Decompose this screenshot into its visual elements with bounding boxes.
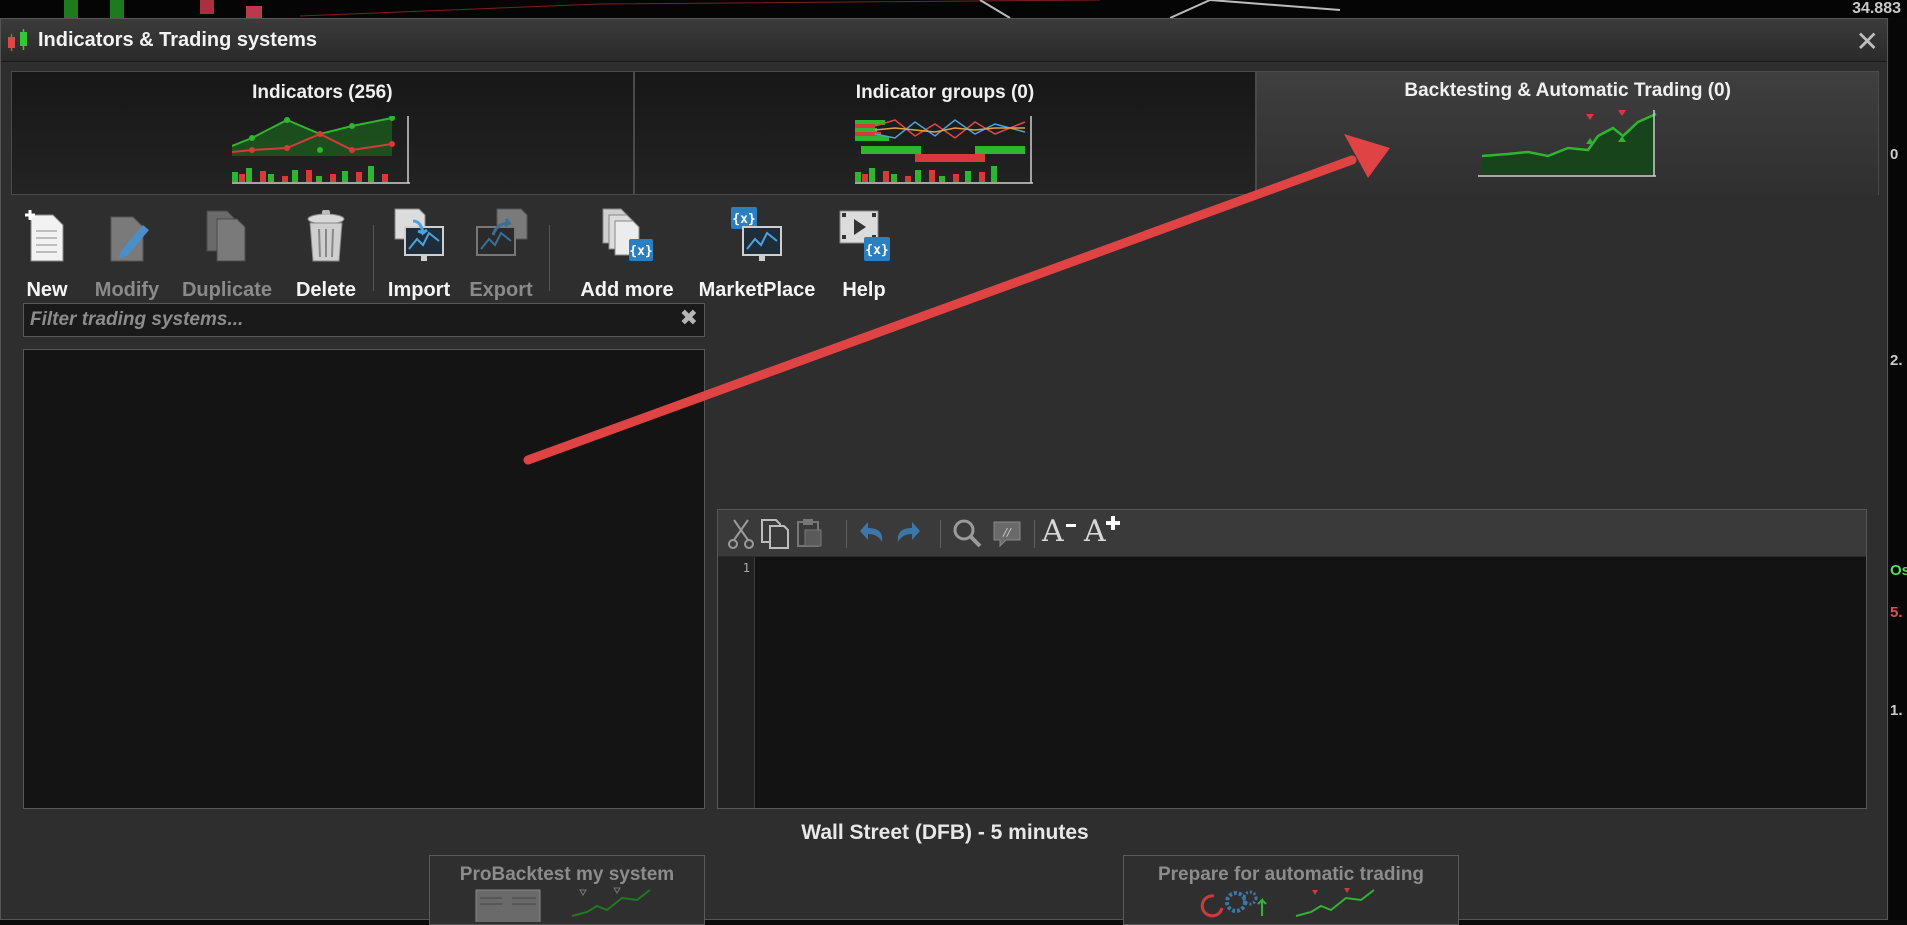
tab-indicators[interactable]: Indicators (256)	[11, 71, 634, 195]
axis-label: 2.	[1890, 352, 1903, 369]
new-document-icon	[25, 210, 64, 262]
export-icon	[476, 208, 528, 256]
copy-icon[interactable]	[758, 516, 792, 550]
redo-icon[interactable]	[890, 516, 924, 550]
undo-icon[interactable]	[856, 516, 890, 550]
modify-pencil-icon	[110, 216, 149, 262]
tab-backtesting[interactable]: Backtesting & Automatic Trading (0)	[1256, 71, 1880, 195]
line-number-gutter: 1	[718, 557, 755, 808]
increase-font-button[interactable]: A	[1082, 514, 1122, 552]
toolbar-separator	[373, 225, 374, 291]
font-increase-letter: A	[1084, 514, 1106, 549]
duplicate-label: Duplicate	[181, 279, 273, 301]
backtesting-chart-icon	[1477, 110, 1657, 177]
tab-label: Backtesting & Automatic Trading (0)	[1404, 80, 1731, 101]
svg-text:{x}: {x}	[865, 243, 888, 258]
new-label: New	[26, 279, 68, 301]
prepare-automatic-trading-label: Prepare for automatic trading	[1157, 864, 1425, 885]
filter-trading-systems-input[interactable]	[24, 304, 676, 336]
cut-icon[interactable]	[724, 516, 758, 550]
axis-label: 5.	[1890, 604, 1903, 621]
search-icon[interactable]	[950, 516, 984, 550]
indicators-trading-window: Indicators & Trading systems ✕ Indicator…	[0, 18, 1888, 925]
probacktest-label: ProBacktest my system	[459, 864, 675, 885]
axis-label: 0	[1890, 146, 1899, 163]
minus-icon	[1066, 524, 1076, 527]
axis-label: Os	[1890, 562, 1907, 579]
paste-icon[interactable]	[792, 516, 826, 550]
window-titlebar[interactable]: Indicators & Trading systems ✕	[1, 19, 1887, 62]
background-right-axis: 0 2. Os 5. 1.	[1890, 18, 1907, 920]
import-label: Import	[387, 279, 451, 301]
background-price-label: 34.883	[1852, 0, 1901, 17]
close-window-button[interactable]: ✕	[1856, 25, 1879, 58]
axis-label: 1.	[1890, 702, 1903, 719]
prepare-automatic-trading-button[interactable]: Prepare for automatic trading	[1123, 855, 1459, 925]
modify-label: Modify	[94, 279, 160, 301]
help-label: Help	[842, 279, 886, 301]
trading-systems-list[interactable]	[23, 349, 705, 809]
app-candlestick-icon	[8, 29, 27, 51]
duplicate-documents-icon	[206, 210, 246, 262]
indicators-chart-icon	[232, 116, 411, 184]
help-video-icon: {x}	[839, 210, 890, 261]
indicator-groups-chart-icon	[855, 116, 1033, 184]
trash-icon	[307, 210, 345, 262]
instrument-label: Wall Street (DFB) - 5 minutes	[801, 821, 1089, 844]
tab-indicator-groups[interactable]: Indicator groups (0)	[633, 71, 1257, 195]
import-icon	[394, 208, 444, 261]
main-tabs: Indicators (256) Indicator groups (0) Ba…	[11, 71, 1880, 195]
font-decrease-letter: A	[1042, 514, 1064, 549]
background-candles	[64, 0, 1341, 18]
tab-label: Indicator groups (0)	[855, 82, 1035, 103]
add-more-documents-icon: {x}	[602, 208, 653, 261]
decrease-font-button[interactable]: A	[1040, 514, 1080, 552]
svg-text://: //	[1002, 526, 1012, 539]
marketplace-label: MarketPlace	[698, 279, 816, 301]
editor-toolbar: // A A	[718, 510, 1866, 557]
background-chart-strip: 34.883	[0, 0, 1907, 18]
line-number: 1	[742, 561, 750, 575]
delete-label: Delete	[295, 279, 357, 301]
tab-label: Indicators (256)	[252, 82, 393, 103]
editor-toolbar-separator	[940, 520, 941, 548]
probacktest-button[interactable]: ProBacktest my system	[429, 855, 705, 925]
toolbar-separator	[549, 225, 550, 291]
filter-box: ✖	[23, 303, 705, 337]
code-editor: // A A 1	[717, 509, 1867, 809]
svg-text:{x}: {x}	[629, 244, 652, 259]
export-label: Export	[469, 279, 533, 301]
clear-filter-button[interactable]: ✖	[680, 306, 698, 331]
svg-text:{x}: {x}	[732, 212, 755, 227]
marketplace-icon: {x}	[731, 207, 782, 261]
automatic-trading-gears-icon	[1200, 888, 1375, 918]
code-text-area[interactable]	[755, 557, 1866, 808]
plus-icon	[1106, 516, 1120, 530]
window-title: Indicators & Trading systems	[38, 29, 317, 51]
editor-toolbar-separator	[846, 520, 847, 548]
probacktest-icon	[475, 887, 651, 922]
editor-toolbar-separator	[1034, 520, 1035, 548]
comment-icon[interactable]: //	[990, 516, 1024, 550]
